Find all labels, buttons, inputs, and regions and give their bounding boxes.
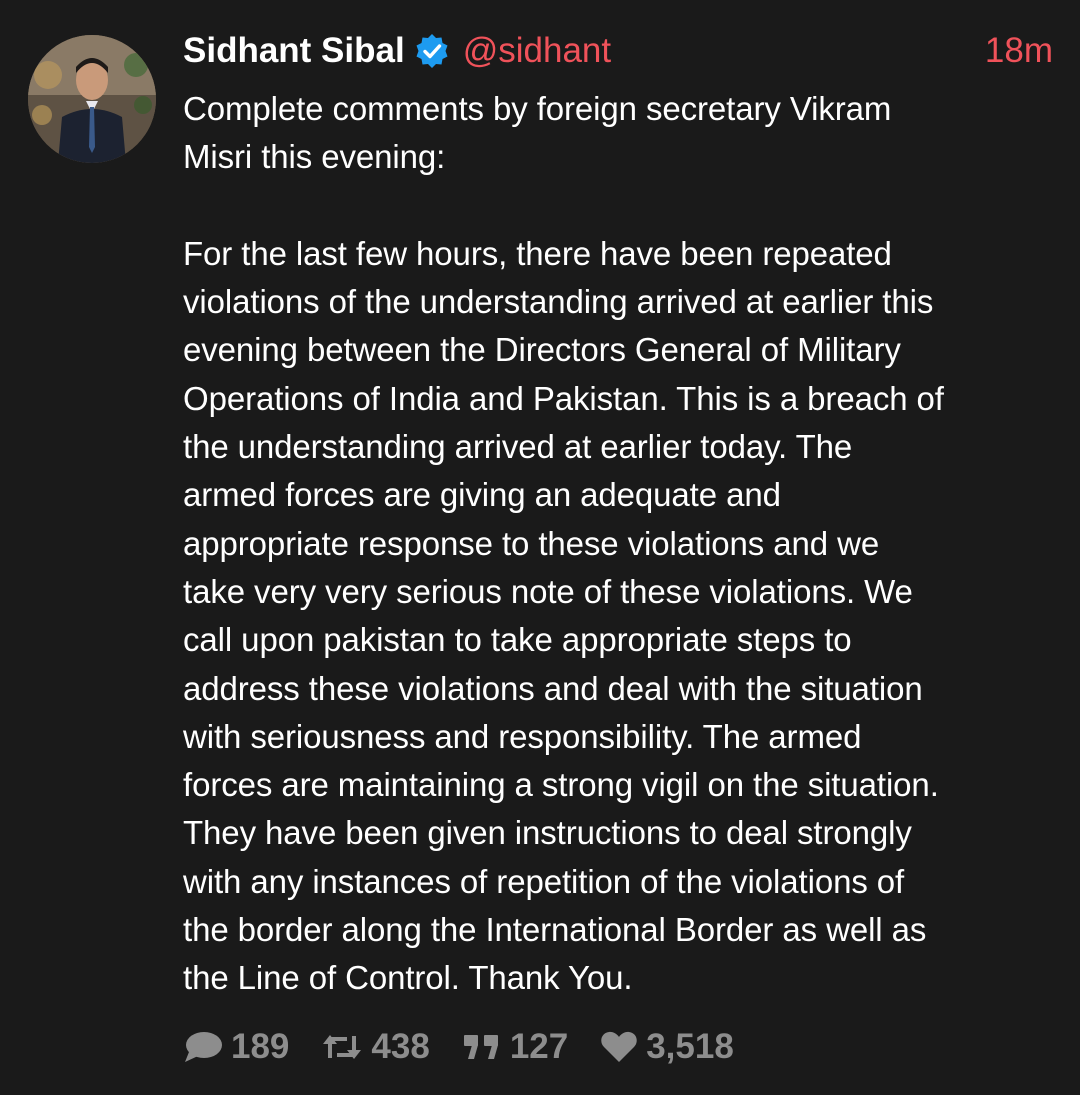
reply-button[interactable]: 189 [183,1027,289,1067]
avatar-image [28,35,156,163]
author-name[interactable]: Sidhant Sibal [183,31,405,71]
tweet: Sidhant Sibal @sidhant 18m Complete comm… [0,0,1080,1095]
quote-button[interactable]: 127 [462,1027,568,1067]
retweet-button[interactable]: 438 [321,1027,430,1067]
quote-icon [462,1032,502,1062]
reply-count: 189 [231,1027,290,1066]
like-count: 3,518 [646,1027,734,1066]
like-button[interactable]: 3,518 [600,1027,734,1067]
retweet-count: 438 [371,1027,430,1066]
verified-badge-icon [416,34,448,68]
tweet-timestamp[interactable]: 18m [985,31,1053,71]
heart-icon [600,1030,638,1064]
author-handle[interactable]: @sidhant [463,31,611,71]
tweet-actions: 189 438 127 3,518 [183,1022,766,1072]
tweet-header: Sidhant Sibal @sidhant 18m [183,26,1053,76]
avatar[interactable] [28,35,156,163]
speech-bubble-icon [183,1030,223,1064]
tweet-text: Complete comments by foreign secretary V… [183,90,944,997]
retweet-icon [321,1032,363,1062]
quote-count: 127 [509,1027,569,1066]
